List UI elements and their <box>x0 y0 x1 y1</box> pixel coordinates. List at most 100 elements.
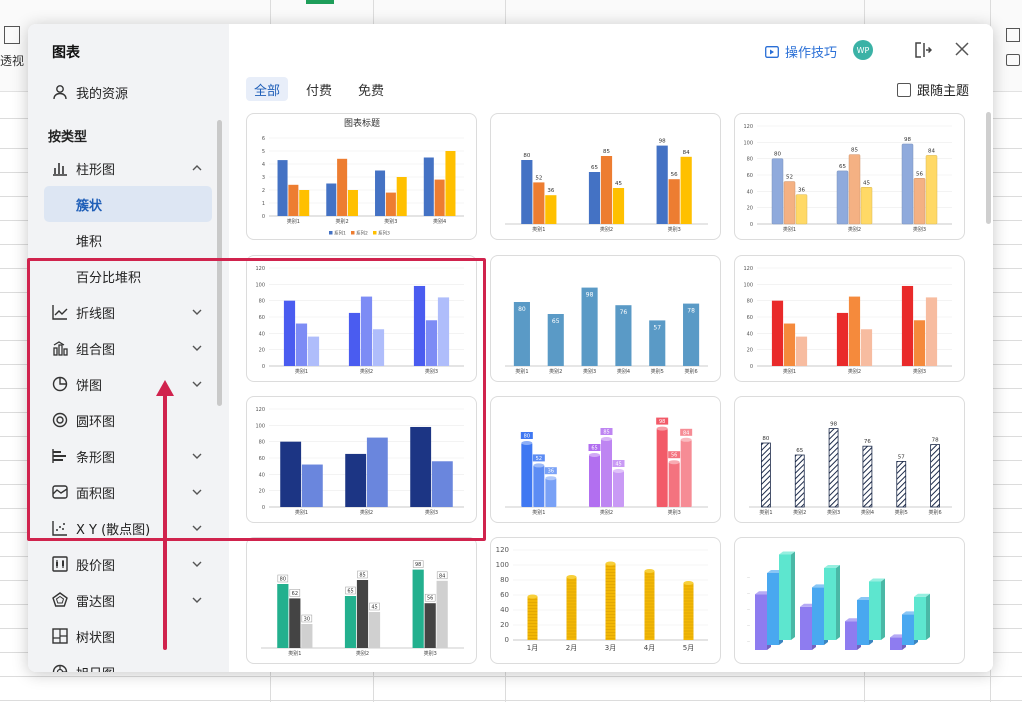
chevron-down-icon[interactable] <box>190 593 204 607</box>
chart-template-card-12[interactable]: — — — — — <box>734 537 965 664</box>
chart-template-card-5[interactable]: 80 类别1 65 类别2 98 类别3 76 类别4 57 类别5 78 类别6 <box>490 255 721 382</box>
y-tick-label: 100 <box>255 423 265 429</box>
gallery-scrollbar[interactable] <box>986 112 991 224</box>
nav-sub-stacked[interactable]: 堆积 <box>44 222 212 258</box>
chevron-down-icon[interactable] <box>190 341 204 355</box>
tab-paid[interactable]: 付费 <box>298 77 340 101</box>
chart-template-card-3[interactable]: 0 20 40 60 80 100 120 80 52 36 类别1 65 85 45 类别2 98 56 84 类… <box>734 113 965 240</box>
data-label: 36 <box>547 188 554 194</box>
bar <box>913 320 926 366</box>
chevron-down-icon[interactable] <box>190 557 204 571</box>
camera-icon[interactable] <box>1006 54 1020 66</box>
bar <box>356 580 369 648</box>
y-tick-label: 80 <box>747 299 753 305</box>
nav-item-pie[interactable]: 饼图 <box>44 366 212 402</box>
legend-label: 系列3 <box>378 230 390 237</box>
chart-template-card-10[interactable]: 80 62 30 类别1 65 85 45 类别2 98 56 84 类别3 <box>246 537 477 664</box>
bar <box>295 323 308 366</box>
checkbox-box[interactable] <box>897 82 911 97</box>
chevron-down-icon[interactable] <box>190 377 204 391</box>
bar <box>280 441 302 507</box>
chart-template-card-4[interactable]: 0 20 40 60 80 100 120 类别1 类别2 类别3 <box>246 255 477 382</box>
nav-item-area[interactable]: 面积图 <box>44 474 212 510</box>
data-label: 98 <box>904 137 911 143</box>
ribbon-right-icon[interactable] <box>1006 28 1020 42</box>
data-label: 85 <box>359 573 365 579</box>
avatar[interactable]: WP <box>853 40 873 60</box>
bar <box>656 145 668 224</box>
tab-free[interactable]: 免费 <box>350 77 392 101</box>
y-tick-label: 0 <box>262 214 265 220</box>
bar <box>901 285 914 366</box>
chart-template-card-8[interactable]: 80 52 36 类别1 65 85 45 类别2 98 56 84 类别3 <box>490 396 721 523</box>
chevron-down-icon[interactable] <box>190 521 204 535</box>
data-label: 80 <box>524 434 530 440</box>
y-tick-label: 120 <box>255 407 265 413</box>
my-resources-item[interactable]: 我的资源 <box>52 82 128 102</box>
data-label: 57 <box>898 454 905 460</box>
coin-stack-bar <box>605 563 616 640</box>
chevron-down-icon[interactable] <box>190 449 204 463</box>
nav-item-combo[interactable]: 组合图 <box>44 330 212 366</box>
insert-chart-dialog: 图表 我的资源 按类型 柱形图 簇状 堆积 百分比堆积 折线图 组合图 饼图 圆… <box>28 24 993 672</box>
nav-item-sunburst[interactable]: 旭日图 <box>44 654 212 672</box>
chart-template-card-2[interactable]: 80 52 36 类别1 65 85 45 类别2 98 56 84 类别3 <box>490 113 721 240</box>
data-label: 52 <box>536 456 542 462</box>
follow-theme-checkbox[interactable]: 跟随主题 <box>897 80 969 99</box>
nav-item-stock[interactable]: 股价图 <box>44 546 212 582</box>
chevron-down-icon[interactable] <box>190 305 204 319</box>
nav-item-label: 雷达图 <box>76 594 116 610</box>
3d-bar-side <box>926 593 930 640</box>
nav-item-horizontal-bar[interactable]: 条形图 <box>44 438 212 474</box>
nav-item-doughnut[interactable]: 圆环图 <box>44 402 212 438</box>
ribbon-pivot-label[interactable]: 透视 <box>0 52 24 69</box>
pivot-table-icon[interactable] <box>4 26 20 44</box>
nav-item-bar[interactable]: 柱形图 <box>44 150 212 186</box>
nav-item-line[interactable]: 折线图 <box>44 294 212 330</box>
chart-template-card-7[interactable]: 0 20 40 60 80 100 120 类别1 类别2 类别3 <box>246 396 477 523</box>
y-tick-label: — <box>747 623 750 627</box>
x-tick-label: 类别2 <box>356 650 369 657</box>
tips-button[interactable]: 操作技巧 <box>765 42 837 61</box>
sidebar-scrollbar[interactable] <box>217 120 222 406</box>
data-label: 57 <box>653 324 661 331</box>
bar <box>581 287 598 366</box>
detach-window-icon[interactable] <box>914 41 932 59</box>
data-label: 98 <box>586 292 594 299</box>
x-tick-label: 类别2 <box>336 218 349 225</box>
bar <box>533 182 545 224</box>
x-tick-label: 类别1 <box>287 218 300 225</box>
bar <box>836 170 849 225</box>
data-label: 45 <box>615 462 621 468</box>
nav-sub-percent-stacked[interactable]: 百分比堆积 <box>44 258 212 294</box>
chevron-down-icon[interactable] <box>190 485 204 499</box>
nav-sub-clustered[interactable]: 簇状 <box>44 186 212 222</box>
data-label: 78 <box>932 438 939 444</box>
bar <box>795 336 808 366</box>
3d-bar-front <box>812 587 824 645</box>
y-tick-label: 5 <box>262 149 265 155</box>
bar <box>860 187 873 225</box>
close-icon[interactable] <box>955 42 969 56</box>
y-tick-label: — <box>747 575 750 579</box>
tab-all[interactable]: 全部 <box>246 77 289 101</box>
bar-cap <box>680 437 692 442</box>
chevron-up-icon[interactable] <box>190 161 204 175</box>
3d-bar-front <box>767 573 779 645</box>
data-label: 65 <box>591 165 598 171</box>
nav-item-label: 旭日图 <box>76 663 115 673</box>
bar-cap <box>668 460 680 465</box>
bar <box>372 329 385 366</box>
nav-item-radar[interactable]: 雷达图 <box>44 582 212 618</box>
chart-template-card-6[interactable]: 0 20 40 60 80 100 120 类别1 类别2 类别3 <box>734 255 965 382</box>
chart-template-card-9[interactable]: 80 类别1 65 类别2 98 类别3 76 类别4 57 类别5 78 类别6 <box>734 396 965 523</box>
bar <box>668 462 680 507</box>
doughnut-chart-icon <box>52 412 68 428</box>
y-tick-label: 0 <box>262 364 265 370</box>
bar <box>396 177 407 216</box>
chart-template-card-11[interactable]: 0 20 40 60 80 100 120 1月 2月 3月 4月 5月 <box>490 537 721 664</box>
chart-template-card-1[interactable]: 图表标题 0 1 2 3 4 5 6 类别1 类别2 类别3 类别4 系列1 系列2 系列3 <box>246 113 477 240</box>
nav-item-scatter[interactable]: X Y (散点图) <box>44 510 212 546</box>
y-tick-label: 20 <box>259 348 265 354</box>
nav-item-treemap[interactable]: 树状图 <box>44 618 212 654</box>
